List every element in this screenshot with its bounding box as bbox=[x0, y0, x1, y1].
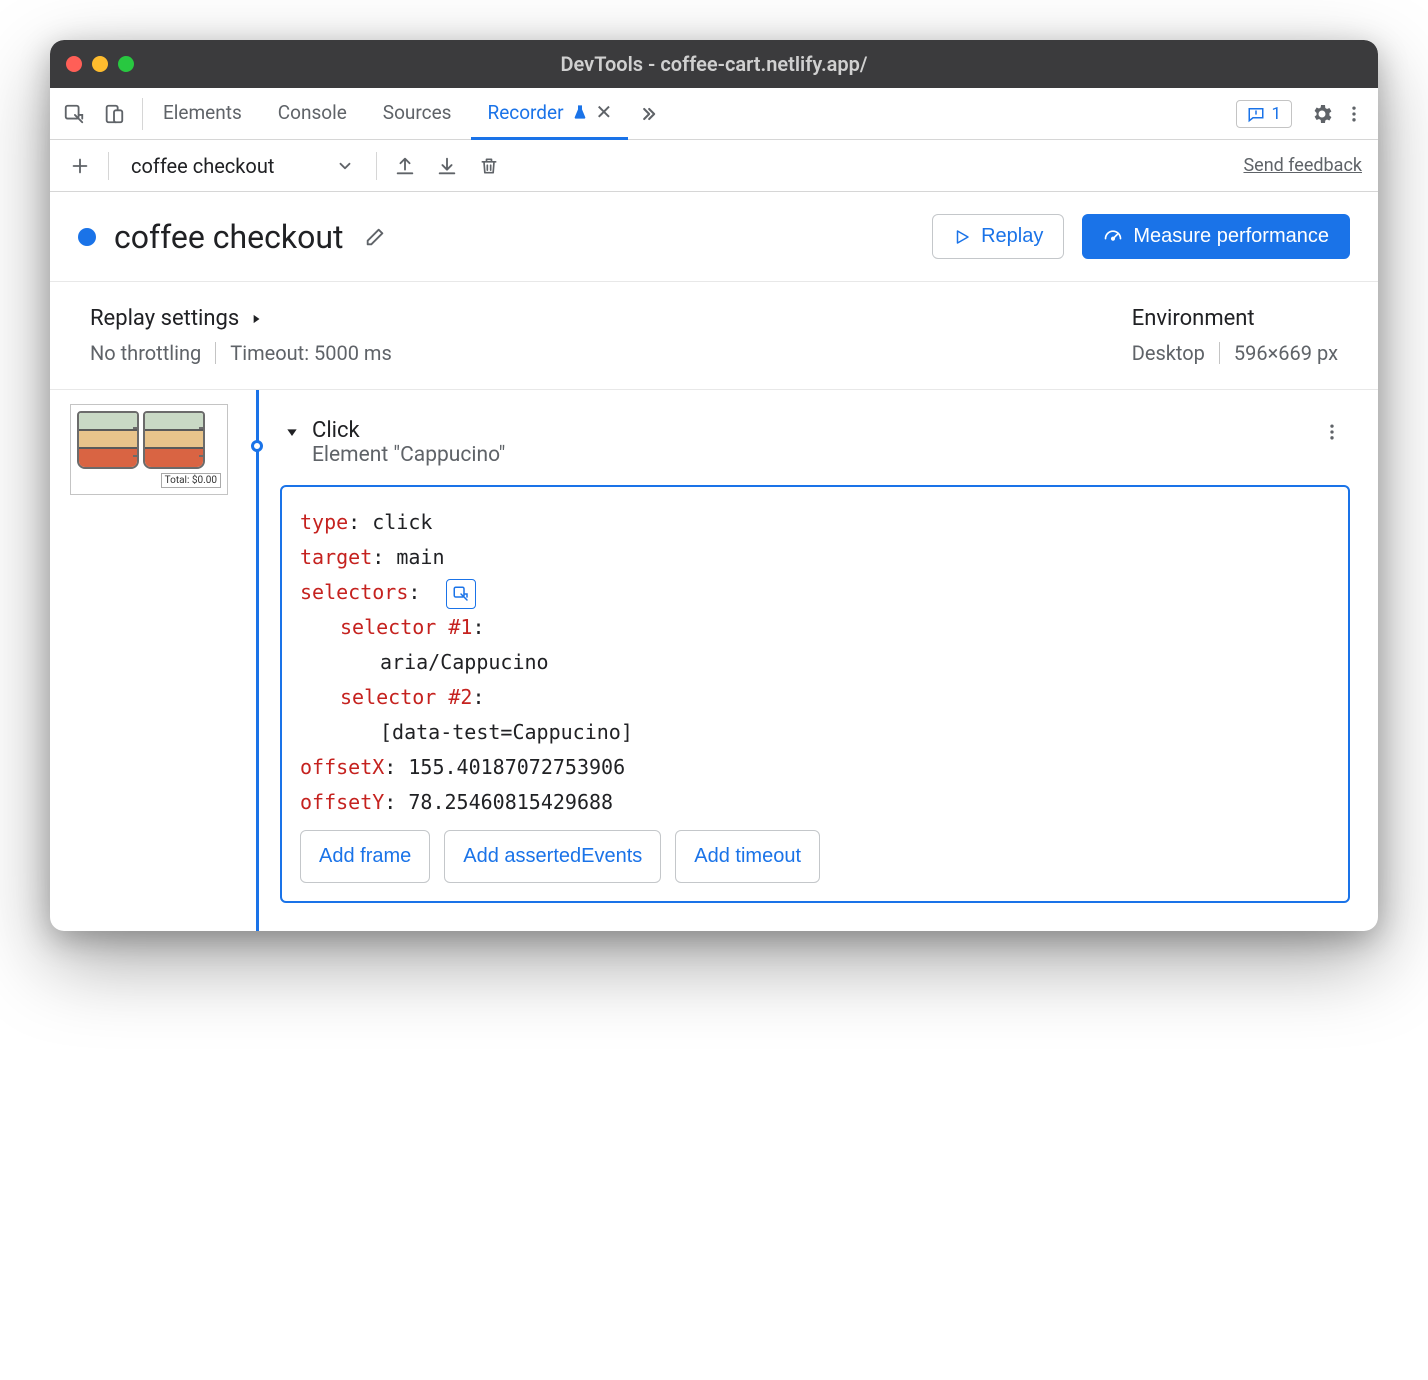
edit-title-icon[interactable] bbox=[361, 223, 389, 251]
key-selector-2: selector #2 bbox=[340, 685, 472, 709]
add-frame-button[interactable]: Add frame bbox=[300, 830, 430, 883]
viewport-dimensions: 596×669 px bbox=[1234, 341, 1338, 365]
val-selector-2[interactable]: [data-test=Cappucino] bbox=[380, 720, 633, 744]
play-icon bbox=[953, 228, 971, 246]
recording-header: coffee checkout Replay Measure performan… bbox=[50, 192, 1378, 282]
val-target[interactable]: main bbox=[396, 545, 444, 569]
button-label: Replay bbox=[981, 225, 1043, 248]
experiment-icon bbox=[572, 104, 588, 120]
import-icon[interactable] bbox=[433, 152, 461, 180]
key-selector-1: selector #1 bbox=[340, 615, 472, 639]
recording-selector[interactable]: coffee checkout bbox=[123, 150, 362, 182]
chevron-right-icon bbox=[249, 312, 263, 326]
timeline bbox=[240, 390, 274, 931]
screenshot-thumbnail[interactable]: Total: $0.00 bbox=[70, 404, 228, 495]
mug-icon bbox=[143, 411, 205, 469]
close-window-button[interactable] bbox=[66, 56, 82, 72]
replay-button[interactable]: Replay bbox=[932, 214, 1064, 259]
recording-name: coffee checkout bbox=[131, 154, 274, 178]
selector-picker-button[interactable] bbox=[446, 579, 476, 609]
devtools-tabbar: Elements Console Sources Recorder ✕ 1 bbox=[50, 88, 1378, 140]
tab-label: Sources bbox=[383, 101, 452, 124]
device-toggle-icon[interactable] bbox=[100, 100, 128, 128]
settings-row: Replay settings No throttling Timeout: 5… bbox=[50, 282, 1378, 390]
tab-label: Console bbox=[278, 101, 347, 124]
val-selector-1[interactable]: aria/Cappucino bbox=[380, 650, 549, 674]
step-kebab-menu-icon[interactable] bbox=[1318, 418, 1346, 446]
collapse-caret-icon bbox=[284, 424, 300, 440]
environment-label: Environment bbox=[1132, 306, 1255, 331]
key-offsetx: offsetX bbox=[300, 755, 384, 779]
timeout-value: Timeout: 5000 ms bbox=[230, 341, 392, 365]
add-asserted-events-button[interactable]: Add assertedEvents bbox=[444, 830, 661, 883]
send-feedback-link[interactable]: Send feedback bbox=[1243, 155, 1362, 176]
inspect-element-icon[interactable] bbox=[60, 100, 88, 128]
button-label: Measure performance bbox=[1133, 225, 1329, 248]
divider bbox=[1219, 342, 1220, 364]
add-timeout-button[interactable]: Add timeout bbox=[675, 830, 820, 883]
mug-icon bbox=[77, 411, 139, 469]
device-value: Desktop bbox=[1132, 341, 1205, 365]
titlebar: DevTools - coffee-cart.netlify.app/ bbox=[50, 40, 1378, 88]
gauge-icon bbox=[1103, 227, 1123, 247]
step-details-editor[interactable]: type: click target: main selectors: sele… bbox=[280, 485, 1350, 903]
window-title: DevTools - coffee-cart.netlify.app/ bbox=[561, 52, 868, 76]
maximize-window-button[interactable] bbox=[118, 56, 134, 72]
key-target: target bbox=[300, 545, 372, 569]
key-type: type bbox=[300, 510, 348, 534]
close-tab-icon[interactable]: ✕ bbox=[596, 100, 613, 124]
key-offsety: offsetY bbox=[300, 790, 384, 814]
measure-performance-button[interactable]: Measure performance bbox=[1082, 214, 1350, 259]
more-tabs-icon[interactable] bbox=[636, 100, 664, 128]
timeline-dot bbox=[251, 440, 263, 452]
val-offsety[interactable]: 78.25460815429688 bbox=[408, 790, 613, 814]
recorder-toolbar: coffee checkout Send feedback bbox=[50, 140, 1378, 192]
thumbnail-price: Total: $0.00 bbox=[161, 473, 221, 488]
replay-settings-toggle[interactable]: Replay settings bbox=[90, 306, 392, 331]
tab-recorder[interactable]: Recorder ✕ bbox=[471, 88, 628, 140]
tab-elements[interactable]: Elements bbox=[147, 88, 258, 140]
recording-status-dot bbox=[78, 228, 96, 246]
issues-badge[interactable]: 1 bbox=[1236, 100, 1292, 128]
val-offsetx[interactable]: 155.40187072753906 bbox=[408, 755, 625, 779]
step-title: Click bbox=[312, 418, 505, 443]
delete-icon[interactable] bbox=[475, 152, 503, 180]
step-subtitle: Element "Cappucino" bbox=[312, 443, 505, 467]
devtools-window: DevTools - coffee-cart.netlify.app/ Elem… bbox=[50, 40, 1378, 931]
tab-label: Recorder bbox=[487, 101, 563, 124]
minimize-window-button[interactable] bbox=[92, 56, 108, 72]
traffic-lights bbox=[66, 56, 134, 72]
tab-sources[interactable]: Sources bbox=[367, 88, 468, 140]
new-recording-icon[interactable] bbox=[66, 152, 94, 180]
kebab-menu-icon[interactable] bbox=[1340, 100, 1368, 128]
issues-count: 1 bbox=[1271, 104, 1281, 124]
chevron-down-icon bbox=[336, 157, 354, 175]
settings-gear-icon[interactable] bbox=[1308, 100, 1336, 128]
tab-label: Elements bbox=[163, 101, 242, 124]
export-icon[interactable] bbox=[391, 152, 419, 180]
divider bbox=[215, 342, 216, 364]
settings-label: Replay settings bbox=[90, 306, 239, 331]
tab-console[interactable]: Console bbox=[262, 88, 363, 140]
step-header[interactable]: Click Element "Cappucino" bbox=[280, 410, 1350, 475]
throttling-value: No throttling bbox=[90, 341, 201, 365]
val-type[interactable]: click bbox=[372, 510, 432, 534]
recording-title: coffee checkout bbox=[114, 218, 343, 256]
key-selectors: selectors bbox=[300, 580, 408, 604]
step-area: Total: $0.00 Click Element "Cappucino" bbox=[50, 390, 1378, 931]
